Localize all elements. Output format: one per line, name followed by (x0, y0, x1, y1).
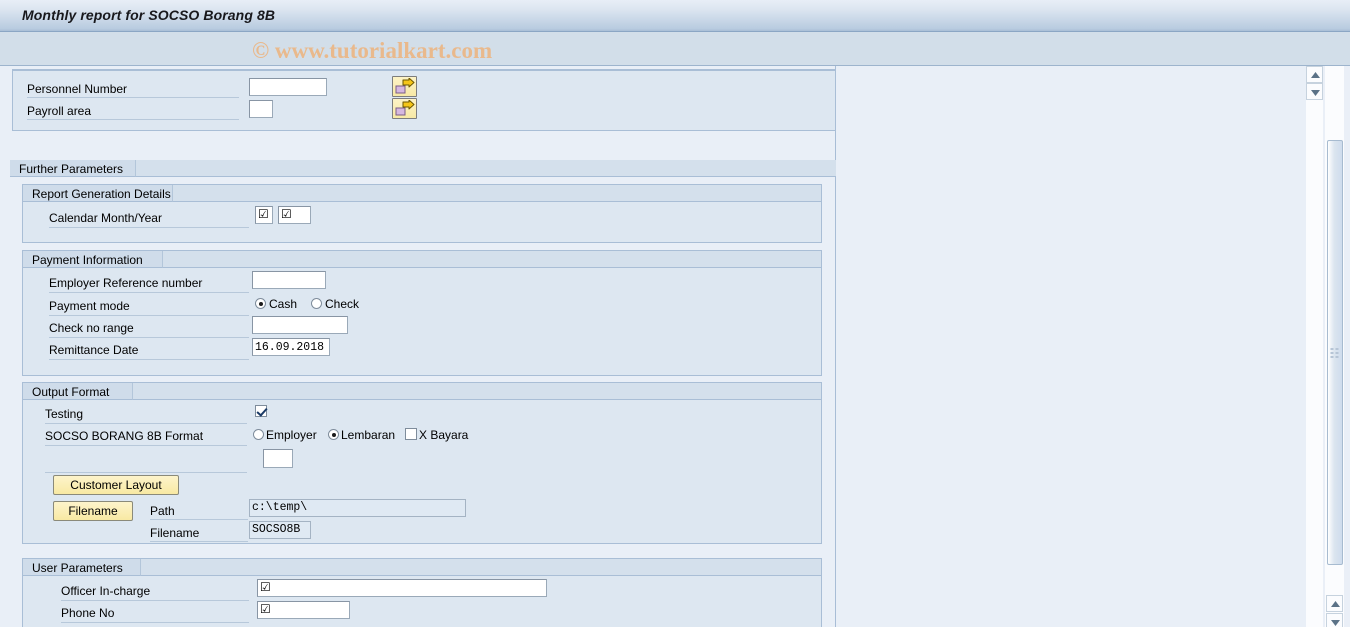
officer-in-charge-label-rule (61, 600, 249, 601)
outer-scroll-up-button[interactable] (1326, 595, 1343, 612)
format-extra-input[interactable] (263, 449, 293, 468)
testing-label-rule (45, 423, 247, 424)
output-format-title: Output Format (32, 385, 110, 399)
calendar-month-year-label-rule (49, 227, 249, 228)
phone-no-input[interactable] (257, 601, 350, 619)
format-lembaran-radio[interactable] (328, 429, 339, 440)
path-value: c:\temp\ (249, 499, 466, 517)
phone-no-label-rule (61, 622, 249, 623)
socso-borang-format-label: SOCSO BORANG 8B Format (45, 429, 204, 443)
payment-mode-label: Payment mode (49, 299, 130, 313)
user-parameters-group: User Parameters Officer In-charge Phone … (22, 558, 822, 630)
window-title-bar: Monthly report for SOCSO Borang 8B (0, 0, 1350, 32)
format-employer-label[interactable]: Employer (266, 428, 317, 442)
check-no-range-label-rule (49, 337, 249, 338)
officer-in-charge-input[interactable] (257, 579, 547, 597)
format-extra-rule (45, 472, 247, 473)
inner-vertical-scrollbar[interactable] (1306, 66, 1323, 631)
employer-reference-number-label: Employer Reference number (49, 276, 203, 290)
testing-checkbox[interactable] (255, 405, 267, 417)
officer-in-charge-label: Officer In-charge (61, 584, 151, 598)
check-no-range-label: Check no range (49, 321, 134, 335)
sap-selection-screen: Monthly report for SOCSO Borang 8B © www… (0, 0, 1350, 631)
report-generation-details-group: Report Generation Details Calendar Month… (22, 184, 822, 243)
path-label: Path (150, 504, 175, 518)
payment-mode-label-rule (49, 315, 249, 316)
format-x-bayara-label[interactable]: X Bayara (419, 428, 468, 442)
employer-reference-number-input[interactable] (252, 271, 326, 289)
testing-label: Testing (45, 407, 84, 421)
filename-label: Filename (150, 526, 200, 540)
payment-mode-check-radio[interactable] (311, 298, 322, 309)
format-employer-radio[interactable] (253, 429, 264, 440)
output-format-body: Testing SOCSO BORANG 8B Format Employer … (23, 400, 821, 543)
outer-scrollbar-thumb[interactable] (1327, 140, 1343, 565)
page-title: Monthly report for SOCSO Borang 8B (22, 7, 276, 23)
inner-scroll-down-button[interactable] (1306, 83, 1323, 100)
payment-information-header: Payment Information (23, 251, 821, 268)
toolbar-strip (0, 32, 1350, 66)
remittance-date-label: Remittance Date (49, 343, 139, 357)
scrollbar-grip-icon (1330, 348, 1340, 359)
further-parameters-group: Further Parameters Report Generation Det… (10, 160, 836, 630)
payment-mode-cash-radio[interactable] (255, 298, 266, 309)
payment-mode-cash-label[interactable]: Cash (269, 297, 297, 311)
payment-information-title: Payment Information (32, 253, 143, 267)
customer-layout-button[interactable]: Customer Layout (53, 475, 179, 495)
remittance-date-input[interactable] (252, 338, 330, 356)
employer-reference-number-label-rule (49, 292, 249, 293)
user-parameters-header: User Parameters (23, 559, 821, 576)
socso-borang-format-label-rule (45, 445, 247, 446)
personnel-number-label: Personnel Number (27, 82, 128, 96)
personnel-number-multiple-selection-button[interactable] (392, 76, 417, 97)
calendar-year-input[interactable] (278, 206, 311, 224)
phone-no-label: Phone No (61, 606, 115, 620)
bottom-edge-strip (0, 627, 1350, 631)
payroll-area-label-rule (27, 119, 239, 120)
further-parameters-header: Further Parameters (10, 160, 836, 177)
selection-form-column: Personnel Number Payroll area Further Pa… (0, 66, 836, 631)
report-generation-details-body: Calendar Month/Year (23, 202, 821, 242)
output-format-header: Output Format (23, 383, 821, 400)
report-generation-details-header: Report Generation Details (23, 185, 821, 202)
format-lembaran-label[interactable]: Lembaran (341, 428, 395, 442)
filename-button[interactable]: Filename (53, 501, 133, 521)
filename-value: SOCSO8B (249, 521, 311, 539)
calendar-month-input[interactable] (255, 206, 273, 224)
selection-criteria-panel: Personnel Number Payroll area (12, 69, 836, 131)
calendar-month-year-label: Calendar Month/Year (49, 211, 162, 225)
user-parameters-body: Officer In-charge Phone No (23, 576, 821, 629)
format-x-bayara-checkbox[interactable] (405, 428, 417, 440)
user-parameters-title: User Parameters (32, 561, 123, 575)
check-no-range-input[interactable] (252, 316, 348, 334)
payroll-area-input[interactable] (249, 100, 273, 118)
report-generation-details-title: Report Generation Details (32, 187, 171, 201)
output-format-group: Output Format Testing SOCSO BORANG 8B Fo… (22, 382, 822, 544)
payroll-area-multiple-selection-button[interactable] (392, 98, 417, 119)
personnel-number-label-rule (27, 97, 239, 98)
inner-scroll-up-button[interactable] (1306, 66, 1323, 83)
payment-information-group: Payment Information Employer Reference n… (22, 250, 822, 376)
watermark-text: © www.tutorialkart.com (252, 38, 493, 63)
payment-information-body: Employer Reference number Payment mode C… (23, 268, 821, 375)
content-area: Personnel Number Payroll area Further Pa… (0, 66, 1323, 631)
payment-mode-check-label[interactable]: Check (325, 297, 359, 311)
payroll-area-label: Payroll area (27, 104, 92, 118)
filename-label-rule (150, 541, 248, 542)
personnel-number-input[interactable] (249, 78, 327, 96)
path-label-rule (150, 519, 248, 520)
outer-vertical-scrollbar[interactable] (1325, 66, 1344, 631)
remittance-date-label-rule (49, 359, 249, 360)
further-parameters-title: Further Parameters (19, 162, 124, 176)
